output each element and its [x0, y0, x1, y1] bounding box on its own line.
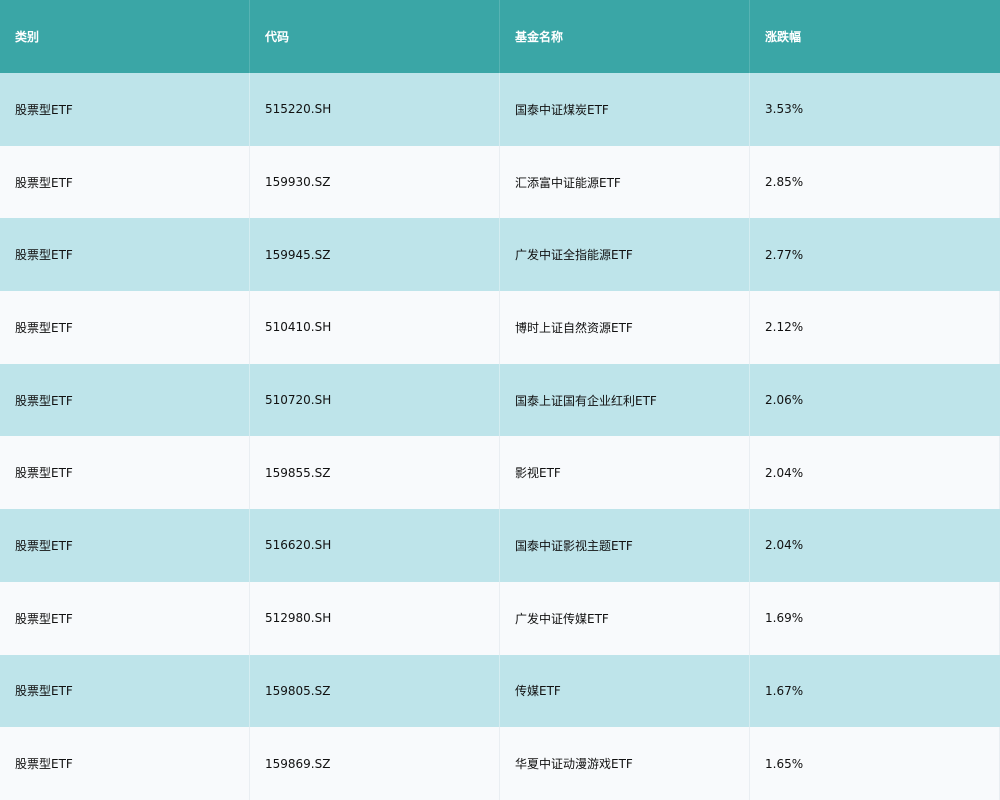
cell-change: 2.77%: [765, 247, 804, 262]
cell-category: 股票型ETF: [0, 654, 250, 728]
cell-code: 516620.SH: [250, 509, 500, 582]
cell-category: 股票型ETF: [0, 73, 250, 146]
cell-change: 1.67%: [765, 683, 804, 698]
cell-category: 股票型ETF: [0, 363, 250, 437]
cell-code: 515220.SH: [250, 73, 500, 146]
etf-table: 类别 代码 基金名称 涨跌幅 股票型ETF 515220.SH 国泰中证煤炭ET…: [0, 0, 1000, 800]
cell-code: 159805.SZ: [250, 654, 500, 728]
cell-change: 2.85%: [750, 145, 1000, 219]
cell-change: 2.12%: [750, 291, 1000, 364]
cell-fund-name: 广发中证传媒ETF: [500, 581, 750, 655]
cell-category: 股票型ETF: [0, 509, 250, 582]
cell-code: 159930.SZ: [250, 145, 500, 219]
cell-category: 股票型ETF: [0, 218, 250, 292]
cell-fund-name: 国泰上证国有企业红利ETF: [500, 363, 750, 437]
table-row[interactable]: 股票型ETF 159805.SZ 传媒ETF 1.67%: [0, 654, 1000, 728]
cell-code: 512980.SH: [250, 581, 500, 655]
table-row[interactable]: 股票型ETF 510720.SH 国泰上证国有企业红利ETF 2.06%: [0, 363, 1000, 437]
cell-category: 股票型ETF: [0, 581, 250, 655]
cell-fund-name: 传媒ETF: [500, 654, 750, 728]
cell-fund-name: 国泰中证影视主题ETF: [500, 509, 750, 582]
table-header-row: 类别 代码 基金名称 涨跌幅: [0, 0, 1000, 73]
cell-fund-name: 影视ETF: [500, 436, 750, 510]
table-row[interactable]: 股票型ETF 159855.SZ 影视ETF 2.04%: [0, 436, 1000, 510]
cell-fund-name: 国泰中证煤炭ETF: [500, 73, 750, 146]
table-row[interactable]: 股票型ETF 510410.SH 博时上证自然资源ETF 2.12%: [0, 291, 1000, 364]
cell-change: 1.65%: [750, 727, 1000, 800]
cell-category: 股票型ETF: [0, 436, 250, 510]
column-header-change[interactable]: 涨跌幅: [750, 0, 1000, 73]
column-header-fund-name[interactable]: 基金名称: [500, 0, 750, 73]
table-row[interactable]: 股票型ETF 159945.SZ 广发中证全指能源ETF 2.77%: [0, 218, 1000, 292]
cell-code: 159855.SZ: [250, 436, 500, 510]
cell-change: 3.53%: [765, 102, 804, 117]
cell-category: 股票型ETF: [0, 145, 250, 219]
cell-category: 股票型ETF: [0, 727, 250, 800]
cell-code: 510720.SH: [250, 363, 500, 437]
cell-fund-name: 汇添富中证能源ETF: [500, 145, 750, 219]
cell-code: 510410.SH: [250, 291, 500, 364]
table-row[interactable]: 股票型ETF 159930.SZ 汇添富中证能源ETF 2.85%: [0, 145, 1000, 219]
cell-fund-name: 广发中证全指能源ETF: [500, 218, 750, 292]
cell-change: 2.06%: [765, 393, 804, 408]
cell-fund-name: 博时上证自然资源ETF: [500, 291, 750, 364]
column-header-code[interactable]: 代码: [250, 0, 500, 73]
column-header-category[interactable]: 类别: [0, 0, 250, 73]
cell-change: 2.04%: [765, 538, 804, 553]
cell-change: 1.69%: [750, 581, 1000, 655]
cell-code: 159945.SZ: [250, 218, 500, 292]
cell-fund-name: 华夏中证动漫游戏ETF: [500, 727, 750, 800]
cell-code: 159869.SZ: [250, 727, 500, 800]
table-row[interactable]: 股票型ETF 512980.SH 广发中证传媒ETF 1.69%: [0, 581, 1000, 655]
cell-category: 股票型ETF: [0, 291, 250, 364]
table-row[interactable]: 股票型ETF 516620.SH 国泰中证影视主题ETF 2.04%: [0, 509, 1000, 582]
cell-change: 2.04%: [750, 436, 1000, 510]
table-row[interactable]: 股票型ETF 515220.SH 国泰中证煤炭ETF 3.53%: [0, 73, 1000, 146]
table-row[interactable]: 股票型ETF 159869.SZ 华夏中证动漫游戏ETF 1.65%: [0, 727, 1000, 800]
